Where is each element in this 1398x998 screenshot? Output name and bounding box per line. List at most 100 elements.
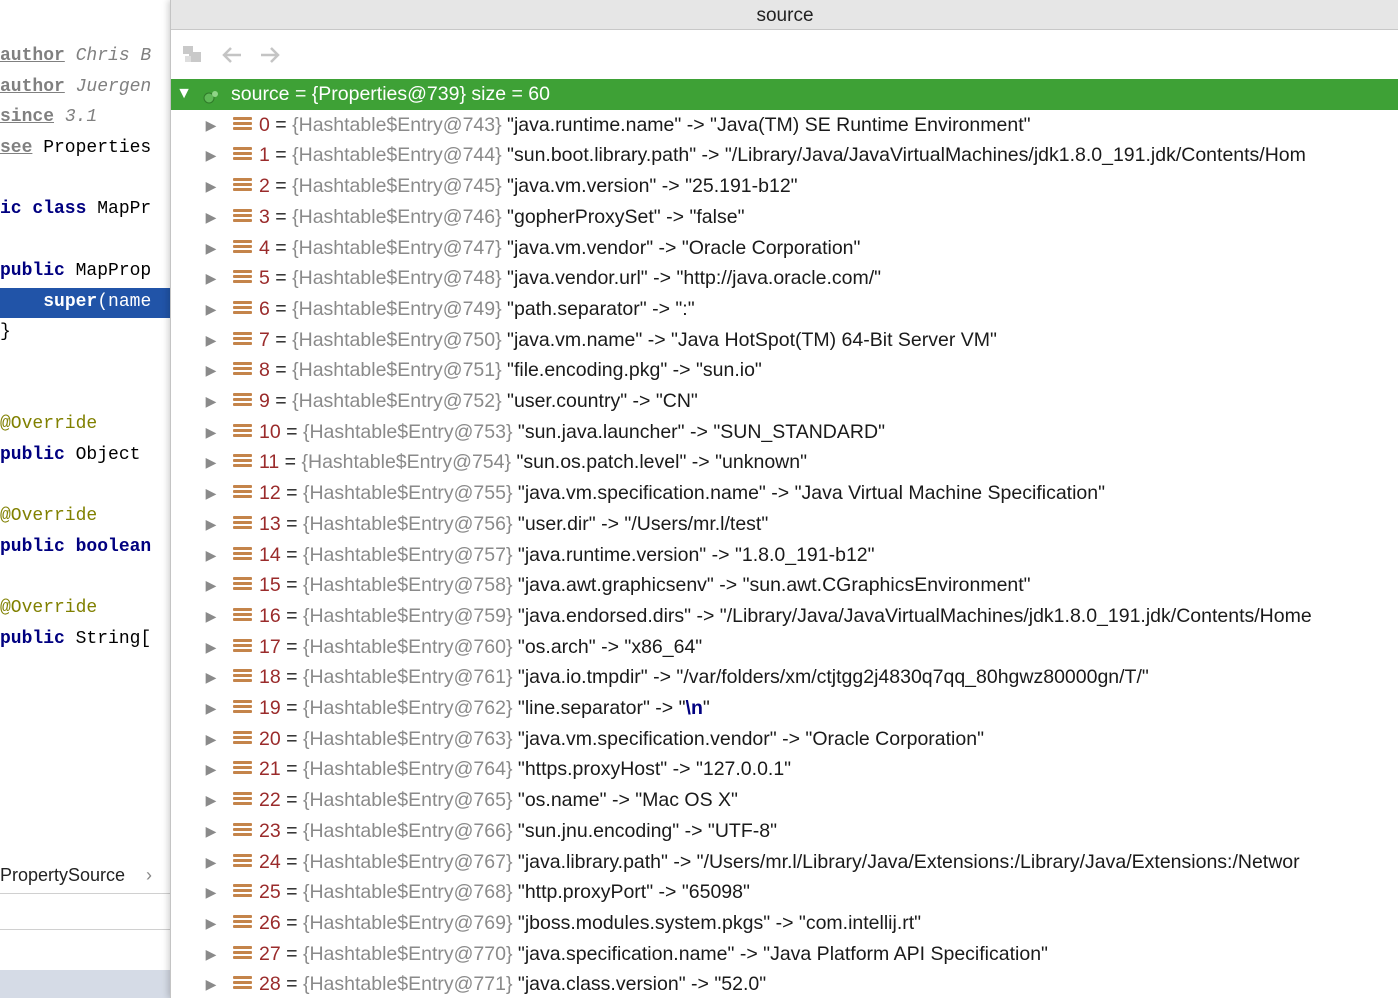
expand-arrow-icon[interactable]: ▶ [202, 877, 220, 907]
expand-arrow-icon[interactable]: ▶ [202, 294, 220, 324]
code-token: see [0, 138, 33, 158]
expand-arrow-icon[interactable]: ▶ [202, 110, 220, 140]
expand-arrow-icon[interactable]: ▶ [202, 847, 220, 877]
expand-arrow-icon[interactable]: ▶ [202, 724, 220, 754]
tree-entry-row[interactable]: ▶ 20 = {Hashtable$Entry@763} "java.vm.spe… [171, 724, 1398, 755]
expand-arrow-icon[interactable]: ▶ [202, 816, 220, 846]
tree-entry-row[interactable]: ▶ 21 = {Hashtable$Entry@764} "https.proxy… [171, 754, 1398, 785]
entry-index: 13 [259, 512, 281, 535]
back-icon[interactable] [219, 42, 245, 68]
entry-equals: = [269, 236, 293, 259]
tree-entry-row[interactable]: ▶ 23 = {Hashtable$Entry@766} "sun.jnu.enc… [171, 816, 1398, 847]
tree-entry-row[interactable]: ▶ 27 = {Hashtable$Entry@770} "java.specif… [171, 939, 1398, 970]
expand-arrow-icon[interactable]: ▶ [202, 355, 220, 385]
tree-entry-row[interactable]: ▶ 1 = {Hashtable$Entry@744} "sun.boot.lib… [171, 140, 1398, 171]
entry-index: 15 [259, 574, 281, 597]
entry-key: "java.vm.vendor" [507, 236, 654, 259]
expand-arrow-icon[interactable]: ▶ [202, 171, 220, 201]
tree-entry-row[interactable]: ▶ 22 = {Hashtable$Entry@765} "os.name" ->… [171, 785, 1398, 816]
expand-arrow-icon[interactable]: ▶ [202, 263, 220, 293]
tree-entry-row[interactable]: ▶ 0 = {Hashtable$Entry@743} "java.runtime… [171, 110, 1398, 141]
entry-value: "Java HotSpot(TM) 64-Bit Server VM" [671, 328, 997, 351]
tree-entry-row[interactable]: ▶ 9 = {Hashtable$Entry@752} "user.country… [171, 386, 1398, 417]
tree-entry-row[interactable]: ▶ 7 = {Hashtable$Entry@750} "java.vm.name… [171, 325, 1398, 356]
expand-arrow-icon[interactable]: ▶ [202, 632, 220, 662]
expand-arrow-icon[interactable]: ▶ [202, 140, 220, 170]
entry-value: "http://java.oracle.com/" [676, 267, 882, 290]
expand-arrow-icon[interactable]: ▶ [202, 785, 220, 815]
entry-index: 14 [259, 543, 281, 566]
tree-entry-row[interactable]: ▶ 16 = {Hashtable$Entry@759} "java.endors… [171, 601, 1398, 632]
tree-entry-row[interactable]: ▶ 24 = {Hashtable$Entry@767} "java.librar… [171, 847, 1398, 878]
popup-title-bar[interactable]: source [171, 0, 1398, 30]
entry-index: 2 [259, 175, 270, 198]
entry-index: 22 [259, 789, 281, 812]
tree-entry-row[interactable]: ▶ 14 = {Hashtable$Entry@757} "java.runtim… [171, 540, 1398, 571]
tree-entry-row[interactable]: ▶ 2 = {Hashtable$Entry@745} "java.vm.vers… [171, 171, 1398, 202]
tree-entry-row[interactable]: ▶ 8 = {Hashtable$Entry@751} "file.encodin… [171, 355, 1398, 386]
expand-arrow-icon[interactable]: ▶ [202, 693, 220, 723]
tree-root-row[interactable]: ▼ source = {Properties@739} size = 60 [171, 79, 1398, 110]
expand-arrow-icon[interactable]: ▶ [202, 202, 220, 232]
expand-arrow-icon[interactable]: ▶ [202, 478, 220, 508]
expand-arrow-icon[interactable]: ▶ [202, 908, 220, 938]
code-line: since 3.1 [0, 103, 97, 131]
variable-inspector-popup[interactable]: source ▼ source = {Properties@739} size … [170, 0, 1398, 998]
expand-arrow-icon[interactable]: ▶ [202, 939, 220, 969]
tree-entry-row[interactable]: ▶ 25 = {Hashtable$Entry@768} "http.proxyP… [171, 877, 1398, 908]
entry-index: 5 [259, 267, 270, 290]
entry-value: ":" [675, 297, 695, 320]
expand-arrow-icon[interactable]: ▶ [202, 540, 220, 570]
tree-entry-row[interactable]: ▶ 13 = {Hashtable$Entry@756} "user.dir" -… [171, 509, 1398, 540]
expand-arrow-icon[interactable]: ▶ [202, 662, 220, 692]
expand-arrow-icon[interactable]: ▶ [202, 447, 220, 477]
map-entry-icon [233, 792, 252, 809]
entry-index: 4 [259, 236, 270, 259]
entry-value-escape: \n [685, 697, 703, 719]
expand-arrow-icon[interactable]: ▶ [202, 754, 220, 784]
entry-arrow-separator: -> [685, 973, 715, 996]
entry-arrow-separator: -> [653, 236, 682, 259]
entry-label: 11 = {Hashtable$Entry@754} "sun.os.patch… [259, 447, 807, 477]
forward-icon[interactable] [257, 42, 283, 68]
code-line: see Properties [0, 134, 151, 162]
expand-arrow-icon[interactable]: ▶ [202, 325, 220, 355]
entry-arrow-separator: -> [646, 297, 676, 320]
tree-entry-row[interactable]: ▶ 5 = {Hashtable$Entry@748} "java.vendor.… [171, 263, 1398, 294]
entry-reference: {Hashtable$Entry@765} [302, 789, 513, 812]
code-token: @Override [0, 414, 98, 434]
tree-entry-row[interactable]: ▶ 3 = {Hashtable$Entry@746} "gopherProxyS… [171, 202, 1398, 233]
tree-entry-row[interactable]: ▶ 4 = {Hashtable$Entry@747} "java.vm.vend… [171, 233, 1398, 264]
tree-entry-row[interactable]: ▶ 6 = {Hashtable$Entry@749} "path.separat… [171, 294, 1398, 325]
navigate-icon[interactable] [181, 42, 207, 68]
map-entry-icon [233, 700, 252, 717]
code-line: @Override [0, 410, 97, 438]
tree-entry-row[interactable]: ▶ 26 = {Hashtable$Entry@769} "jboss.modul… [171, 908, 1398, 939]
expand-arrow-icon[interactable]: ▶ [202, 417, 220, 447]
tree-entry-row[interactable]: ▶ 19 = {Hashtable$Entry@762} "line.separa… [171, 693, 1398, 724]
expand-arrow-icon[interactable]: ▶ [202, 233, 220, 263]
tree-entry-row[interactable]: ▶ 17 = {Hashtable$Entry@760} "os.arch" ->… [171, 632, 1398, 663]
tree-entry-row[interactable]: ▶ 11 = {Hashtable$Entry@754} "sun.os.patc… [171, 447, 1398, 478]
tree-entry-row[interactable]: ▶ 18 = {Hashtable$Entry@761} "java.io.tmp… [171, 662, 1398, 693]
expand-arrow-icon[interactable]: ▶ [202, 386, 220, 416]
map-entry-icon [233, 638, 252, 656]
expand-arrow-icon[interactable]: ▶ [202, 601, 220, 631]
expand-arrow-icon[interactable]: ▶ [202, 509, 220, 539]
entry-equals: = [269, 328, 293, 351]
tree-entry-row[interactable]: ▶ 28 = {Hashtable$Entry@771} "java.class.… [171, 969, 1398, 998]
expand-arrow-icon[interactable]: ▼ [175, 79, 193, 109]
tree-entry-row[interactable]: ▶ 12 = {Hashtable$Entry@755} "java.vm.spe… [171, 478, 1398, 509]
breadcrumb-item[interactable]: PropertySource [0, 865, 125, 885]
tree-entry-row[interactable]: ▶ 10 = {Hashtable$Entry@753} "sun.java.la… [171, 417, 1398, 448]
entry-equals: = [269, 390, 293, 412]
tree-entry-row[interactable]: ▶ 15 = {Hashtable$Entry@758} "java.awt.gr… [171, 570, 1398, 601]
expand-arrow-icon[interactable]: ▶ [202, 570, 220, 600]
breadcrumb[interactable]: PropertySource › [0, 858, 170, 892]
entry-label: 26 = {Hashtable$Entry@769} "jboss.module… [259, 908, 921, 938]
entry-equals: = [280, 850, 303, 873]
expand-arrow-icon[interactable]: ▶ [202, 969, 220, 998]
map-entry-icon [233, 884, 252, 901]
variable-tree[interactable]: ▼ source = {Properties@739} size = 60 ▶ 0… [171, 79, 1398, 998]
entry-arrow-separator: -> [696, 144, 725, 167]
